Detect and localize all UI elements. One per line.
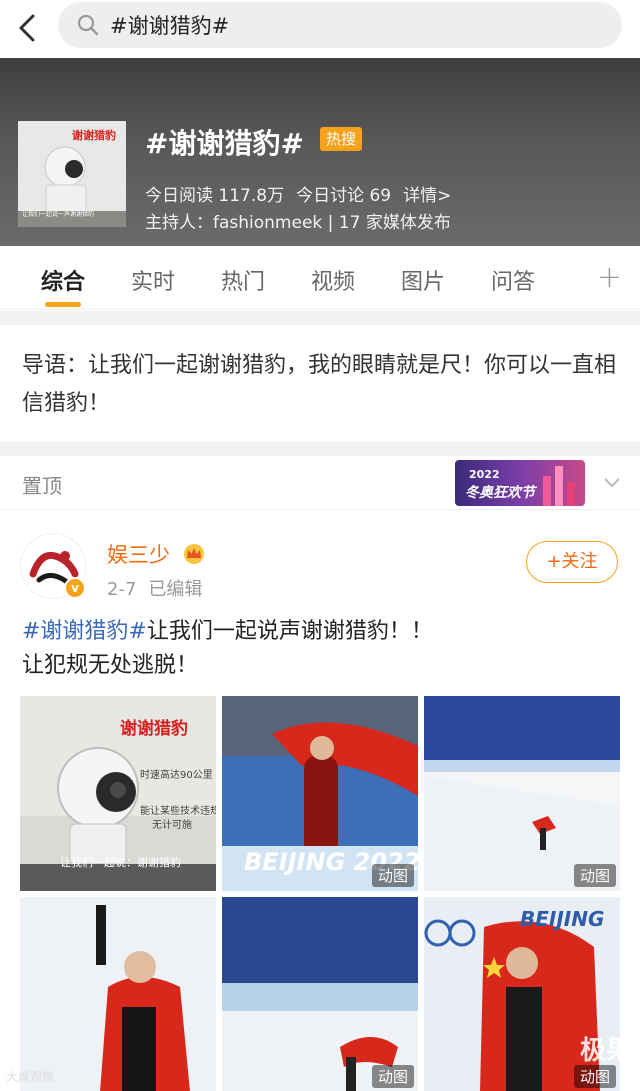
topic-header: 谢谢猎豹 让我们一起说一声谢谢猎豹 #谢谢猎豹# 热搜 今日阅读 117.8万今… bbox=[0, 58, 640, 246]
camera-banner-text: 谢谢猎豹 bbox=[120, 719, 188, 739]
hot-badge: 热搜 bbox=[320, 127, 363, 151]
camera-text-1: 时速高达90公里 bbox=[140, 770, 213, 781]
banner-year: 2022 bbox=[469, 468, 500, 481]
post-date: 2-7 bbox=[107, 579, 137, 600]
tab-hot[interactable]: 热门 bbox=[221, 264, 265, 296]
search-bar bbox=[0, 0, 640, 56]
pinned-label: 置顶 bbox=[22, 474, 62, 498]
active-tab-indicator bbox=[45, 302, 81, 307]
back-button[interactable] bbox=[0, 0, 56, 56]
edited-label: 已编辑 bbox=[148, 579, 203, 600]
search-input[interactable] bbox=[110, 13, 590, 37]
tab-qa[interactable]: 问答 bbox=[491, 264, 535, 296]
weibo-post: v 娱三少 2-7 已编辑 +关注 #谢谢猎豹#让我们一起说声谢谢猎豹！！ 让犯规… bbox=[0, 511, 640, 1091]
search-box[interactable] bbox=[58, 2, 622, 48]
tab-pictures[interactable]: 图片 bbox=[401, 264, 445, 296]
post-image-3[interactable]: 动图 bbox=[424, 696, 620, 891]
camera-text-2: 能让某些技术违规 bbox=[140, 806, 216, 817]
details-link[interactable]: 详情> bbox=[403, 186, 451, 206]
camera-text-3: 无计可施 bbox=[152, 820, 192, 831]
post-text-line1: 让我们一起说声谢谢猎豹！！ bbox=[146, 619, 433, 644]
olympics-carnival-banner[interactable]: 2022 冬奥狂欢节 bbox=[455, 460, 585, 506]
gif-badge: 动图 bbox=[371, 1065, 414, 1088]
username[interactable]: 娱三少 bbox=[107, 539, 170, 569]
logo-watermark: 极果 bbox=[579, 1036, 632, 1066]
post-meta: 2-7 已编辑 bbox=[107, 575, 214, 601]
intro-text: 导语：让我们一起谢谢猎豹，我的眼睛就是尺！你可以一直相信猎豹！ bbox=[22, 353, 617, 416]
crown-icon bbox=[184, 544, 204, 564]
topic-title: #谢谢猎豹# bbox=[145, 127, 304, 160]
pinned-bar[interactable]: 置顶 2022 冬奥狂欢节 bbox=[0, 456, 640, 510]
camera-caption: 让我们一起说：谢谢猎豹 bbox=[60, 856, 181, 869]
thumb-caption: 让我们一起说一声谢谢猎豹 bbox=[22, 211, 95, 218]
discuss-count: 今日讨论 69 bbox=[296, 186, 392, 206]
post-image-2[interactable]: BEIJING 2022 动图 bbox=[222, 696, 418, 891]
post-image-4[interactable] bbox=[20, 897, 216, 1091]
weibo-topic-page: 谢谢猎豹 让我们一起说一声谢谢猎豹 #谢谢猎豹# 热搜 今日阅读 117.8万今… bbox=[0, 0, 640, 1091]
topic-thumbnail[interactable]: 谢谢猎豹 让我们一起说一声谢谢猎豹 bbox=[18, 121, 126, 227]
section-divider bbox=[0, 442, 640, 456]
rink-flag-image bbox=[222, 897, 418, 1091]
tabs-more-button[interactable]: + bbox=[597, 260, 622, 295]
chevron-left-icon bbox=[19, 14, 35, 42]
post-text-line2: 让犯规无处逃脱！ bbox=[22, 653, 199, 678]
post-hashtag[interactable]: #谢谢猎豹# bbox=[22, 619, 147, 644]
rink-image bbox=[424, 696, 620, 891]
follow-button[interactable]: +关注 bbox=[526, 541, 618, 583]
search-icon bbox=[77, 14, 99, 36]
banner-text: 冬奥狂欢节 bbox=[465, 485, 535, 501]
gif-badge: 动图 bbox=[371, 864, 414, 887]
verified-badge-icon: v bbox=[64, 577, 86, 599]
topic-intro: 导语：让我们一起谢谢猎豹，我的眼睛就是尺！你可以一直相信猎豹！ bbox=[0, 325, 640, 442]
tab-realtime[interactable]: 实时 bbox=[131, 264, 175, 296]
section-divider bbox=[0, 311, 640, 325]
thumb-banner-text: 谢谢猎豹 bbox=[72, 129, 116, 142]
post-image-1[interactable]: 谢谢猎豹 时速高达90公里 能让某些技术违规 无计可施 让我们一起说：谢谢猎豹 bbox=[20, 696, 216, 891]
topic-stats: 今日阅读 117.8万 今日讨论 69 详情> bbox=[145, 181, 463, 206]
flag-overlay-text: BEIJING bbox=[520, 907, 605, 931]
gif-badge: 动图 bbox=[573, 864, 616, 887]
tab-comprehensive[interactable]: 综合 bbox=[41, 264, 85, 296]
read-count: 今日阅读 117.8万 bbox=[145, 186, 285, 206]
post-image-5[interactable]: 动图 bbox=[222, 897, 418, 1091]
post-text: #谢谢猎豹#让我们一起说声谢谢猎豹！！ 让犯规无处逃脱！ bbox=[22, 615, 622, 683]
host-line: 主持人：fashionmeek | 17 家媒体发布 bbox=[145, 213, 451, 233]
tab-video[interactable]: 视频 bbox=[311, 264, 355, 296]
source-watermark: 大咸观察 bbox=[6, 1070, 55, 1084]
athlete-wave-image bbox=[20, 897, 216, 1091]
chevron-down-icon[interactable] bbox=[602, 472, 622, 492]
tab-bar: 综合 实时 热门 视频 图片 问答 + bbox=[0, 246, 640, 310]
gif-badge: 动图 bbox=[573, 1065, 616, 1088]
